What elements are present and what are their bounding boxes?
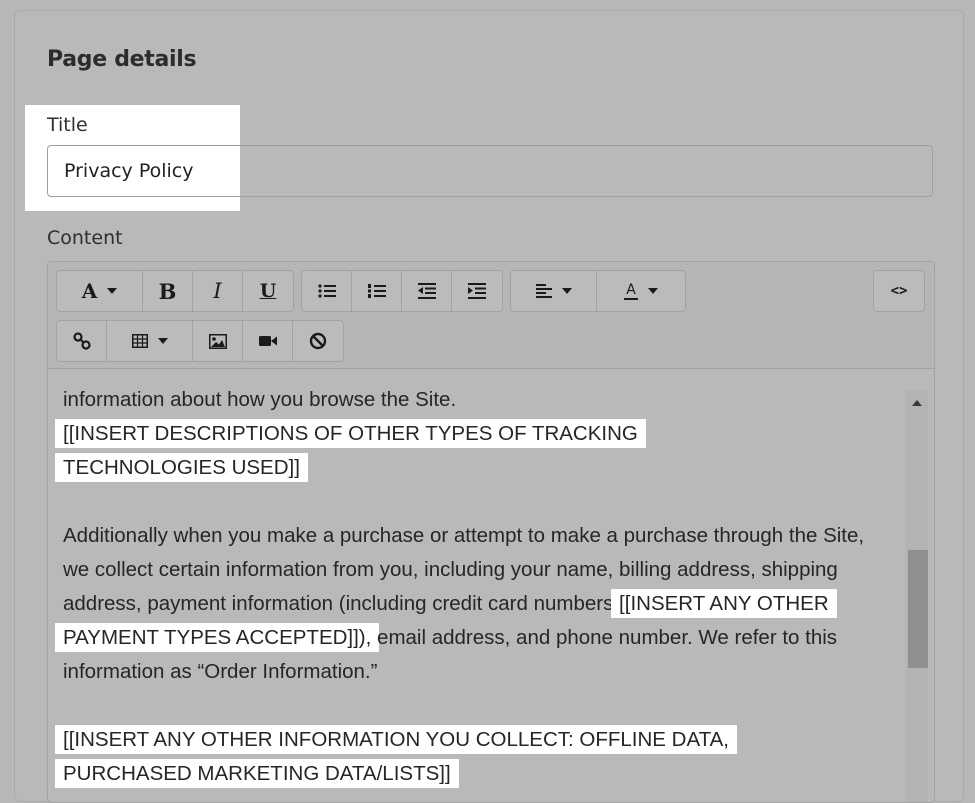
- text-style-group: A B I U: [56, 270, 294, 312]
- rich-text-editor: A B I U A <> information about how you b…: [47, 261, 935, 803]
- image-button[interactable]: [193, 321, 243, 361]
- list-group: [301, 270, 503, 312]
- indent-button[interactable]: [452, 271, 502, 311]
- content-text: information about how you browse the Sit…: [63, 388, 457, 411]
- scroll-thumb[interactable]: [908, 550, 928, 668]
- content-label: Content: [47, 227, 123, 249]
- chevron-down-icon: [561, 288, 572, 294]
- video-button[interactable]: [243, 321, 293, 361]
- clear-formatting-button[interactable]: [293, 321, 343, 361]
- text-color-icon: A: [624, 283, 638, 300]
- font-icon: A: [81, 279, 98, 303]
- text-color-letter: A: [626, 281, 636, 298]
- code-group: <>: [873, 270, 925, 312]
- align-button[interactable]: [511, 271, 597, 311]
- clear-formatting-icon: [309, 332, 327, 350]
- section-title: Page details: [47, 47, 197, 72]
- link-icon: [72, 332, 91, 350]
- bold-button[interactable]: B: [143, 271, 193, 311]
- page-details-card: Page details Title Content A B I U: [14, 10, 964, 803]
- underline-button[interactable]: U: [243, 271, 293, 311]
- content-line: [[INSERT ANY OTHER INFORMATION YOU COLLE…: [63, 723, 823, 791]
- content-line: information about how you browse the Sit…: [63, 383, 883, 417]
- editor-toolbar: A B I U A <>: [48, 262, 934, 369]
- outdent-icon: [417, 283, 436, 299]
- italic-button[interactable]: I: [193, 271, 243, 311]
- content-line: [[INSERT DESCRIPTIONS OF OTHER TYPES OF …: [63, 417, 703, 485]
- editor-text[interactable]: information about how you browse the Sit…: [63, 383, 883, 791]
- title-input[interactable]: [47, 145, 933, 197]
- bulleted-list-button[interactable]: [302, 271, 352, 311]
- bulleted-list-icon: [317, 284, 336, 298]
- paragraph-group: A: [510, 270, 686, 312]
- align-left-icon: [535, 284, 552, 298]
- numbered-list-button[interactable]: [352, 271, 402, 311]
- table-button[interactable]: [107, 321, 193, 361]
- text-color-bar: [624, 297, 638, 300]
- editor-scrollbar[interactable]: [906, 390, 928, 802]
- indent-icon: [468, 283, 486, 299]
- code-view-button[interactable]: <>: [874, 271, 924, 311]
- editor-content-area[interactable]: information about how you browse the Sit…: [48, 369, 934, 802]
- text-color-button[interactable]: A: [597, 271, 685, 311]
- font-button[interactable]: A: [57, 271, 143, 311]
- insert-group: [56, 320, 344, 362]
- outdent-button[interactable]: [402, 271, 452, 311]
- chevron-down-icon: [648, 288, 658, 294]
- table-icon: [131, 334, 148, 348]
- title-label: Title: [47, 114, 88, 136]
- content-paragraph: Additionally when you make a purchase or…: [63, 519, 868, 689]
- placeholder-highlight: [[INSERT DESCRIPTIONS OF OTHER TYPES OF …: [63, 419, 638, 482]
- numbered-list-icon: [367, 284, 386, 298]
- video-icon: [258, 336, 277, 346]
- scroll-up-arrow-icon[interactable]: [912, 400, 922, 406]
- link-button[interactable]: [57, 321, 107, 361]
- chevron-down-icon: [107, 288, 118, 294]
- image-icon: [208, 333, 227, 349]
- chevron-down-icon: [157, 338, 168, 344]
